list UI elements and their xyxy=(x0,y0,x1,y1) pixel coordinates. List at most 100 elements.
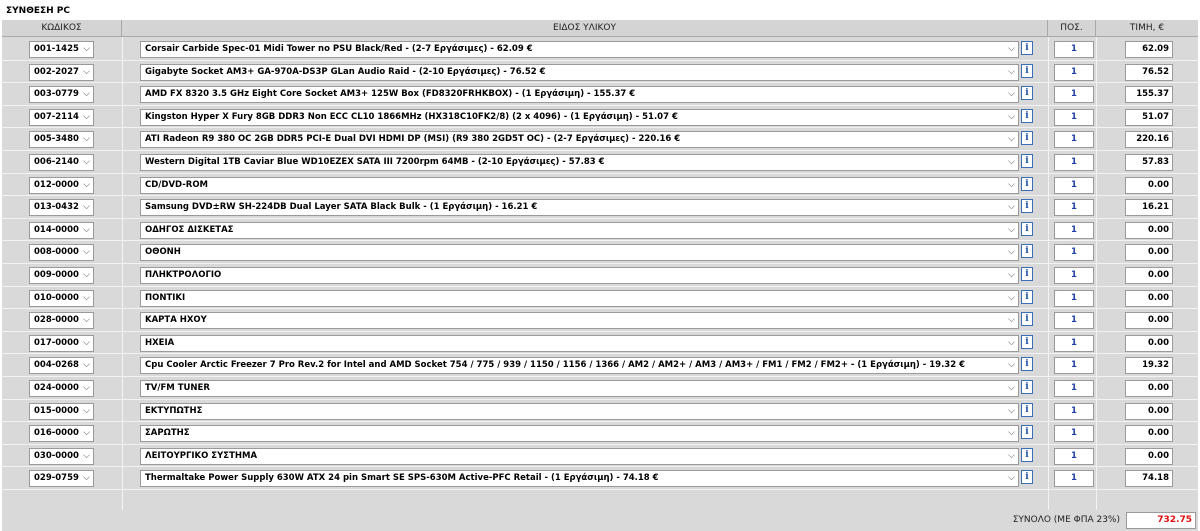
quantity-input[interactable]: 1 xyxy=(1054,131,1094,149)
quantity-input[interactable]: 1 xyxy=(1054,312,1094,330)
quantity-input[interactable]: 1 xyxy=(1054,41,1094,58)
code-value: 013-0432 xyxy=(34,202,79,213)
table-row: 003-0779 ⌵ AMD FX 8320 3.5 GHz Eight Core … xyxy=(2,83,1198,106)
code-select[interactable]: 013-0432 ⌵ xyxy=(29,199,94,217)
code-value: 024-0000 xyxy=(34,383,79,393)
info-icon[interactable]: i xyxy=(1021,154,1033,168)
code-select[interactable]: 024-0000 ⌵ xyxy=(29,380,94,397)
code-select[interactable]: 014-0000 ⌵ xyxy=(29,221,94,239)
quantity-input[interactable]: 1 xyxy=(1054,402,1094,420)
price-field: 19.32 xyxy=(1125,357,1173,375)
item-select[interactable]: AMD FX 8320 3.5 GHz Eight Core Socket AM… xyxy=(140,86,1019,104)
code-select[interactable]: 008-0000 ⌵ xyxy=(29,244,94,262)
code-value: 010-0000 xyxy=(34,292,79,303)
code-select[interactable]: 015-0000 ⌵ xyxy=(29,402,94,420)
info-icon[interactable]: i xyxy=(1021,402,1033,417)
item-select[interactable]: ΗΧΕΙΑ ⌵ xyxy=(140,334,1019,352)
quantity-input[interactable]: 1 xyxy=(1054,176,1094,194)
item-select[interactable]: CD/DVD-ROM ⌵ xyxy=(140,176,1019,194)
item-select[interactable]: Corsair Carbide Spec-01 Midi Tower no PS… xyxy=(140,41,1019,58)
info-icon[interactable]: i xyxy=(1021,289,1033,304)
code-select[interactable]: 010-0000 ⌵ xyxy=(29,289,94,307)
item-value: ΛΕΙΤΟΥΡΓΙΚΟ ΣΥΣΤΗΜΑ xyxy=(145,450,258,461)
quantity-input[interactable]: 1 xyxy=(1054,357,1094,375)
info-icon[interactable]: i xyxy=(1021,108,1033,123)
item-select[interactable]: TV/FM TUNER ⌵ xyxy=(140,380,1019,397)
info-icon[interactable]: i xyxy=(1021,131,1033,146)
quantity-input[interactable]: 1 xyxy=(1054,63,1094,81)
code-select[interactable]: 017-0000 ⌵ xyxy=(29,334,94,352)
chevron-down-icon: ⌵ xyxy=(83,270,90,280)
item-select[interactable]: ΣΑΡΩΤΗΣ ⌵ xyxy=(140,425,1019,443)
code-select[interactable]: 005-3480 ⌵ xyxy=(29,131,94,149)
quantity-input[interactable]: 1 xyxy=(1054,244,1094,262)
code-select[interactable]: 029-0759 ⌵ xyxy=(29,470,94,488)
price-field: 0.00 xyxy=(1125,267,1173,284)
total-label: ΣΥΝΟΛΟ (ΜΕ ΦΠΑ 23%) xyxy=(1012,515,1120,525)
item-select[interactable]: ΠΟΝΤΙΚΙ ⌵ xyxy=(140,289,1019,307)
code-select[interactable]: 004-0268 ⌵ xyxy=(29,357,94,375)
info-icon[interactable]: i xyxy=(1021,63,1033,78)
info-icon[interactable]: i xyxy=(1021,86,1033,101)
code-select[interactable]: 016-0000 ⌵ xyxy=(29,425,94,443)
info-icon[interactable]: i xyxy=(1021,267,1033,281)
item-select[interactable]: ΚΑΡΤΑ ΗΧΟΥ ⌵ xyxy=(140,312,1019,330)
item-value: ΠΟΝΤΙΚΙ xyxy=(145,292,186,303)
code-select[interactable]: 007-2114 ⌵ xyxy=(29,108,94,126)
code-select[interactable]: 012-0000 ⌵ xyxy=(29,176,94,194)
quantity-input[interactable]: 1 xyxy=(1054,470,1094,488)
quantity-input[interactable]: 1 xyxy=(1054,199,1094,217)
info-icon[interactable]: i xyxy=(1021,176,1033,191)
quantity-input[interactable]: 1 xyxy=(1054,108,1094,126)
info-icon[interactable]: i xyxy=(1021,470,1033,485)
item-select[interactable]: Thermaltake Power Supply 630W ATX 24 pin… xyxy=(140,470,1019,488)
item-select[interactable]: ATI Radeon R9 380 OC 2GB DDR5 PCI-E Dual… xyxy=(140,131,1019,149)
chevron-down-icon: ⌵ xyxy=(1008,111,1015,122)
price-field: 0.00 xyxy=(1125,380,1173,397)
code-select[interactable]: 030-0000 ⌵ xyxy=(29,447,94,465)
quantity-input[interactable]: 1 xyxy=(1054,380,1094,397)
code-select[interactable]: 002-2027 ⌵ xyxy=(29,63,94,81)
item-select[interactable]: Cpu Cooler Arctic Freezer 7 Pro Rev.2 fo… xyxy=(140,357,1019,375)
code-select[interactable]: 001-1425 ⌵ xyxy=(29,41,94,58)
quantity-input[interactable]: 1 xyxy=(1054,221,1094,239)
info-icon[interactable]: i xyxy=(1021,41,1033,55)
info-icon[interactable]: i xyxy=(1021,312,1033,327)
chevron-down-icon: ⌵ xyxy=(83,89,90,100)
quantity-input[interactable]: 1 xyxy=(1054,447,1094,465)
item-select[interactable]: ΛΕΙΤΟΥΡΓΙΚΟ ΣΥΣΤΗΜΑ ⌵ xyxy=(140,447,1019,465)
item-select[interactable]: Samsung DVD±RW SH-224DB Dual Layer SATA … xyxy=(140,199,1019,217)
item-select[interactable]: ΕΚΤΥΠΩΤΗΣ ⌵ xyxy=(140,402,1019,420)
code-select[interactable]: 028-0000 ⌵ xyxy=(29,312,94,330)
item-select[interactable]: Western Digital 1TB Caviar Blue WD10EZEX… xyxy=(140,154,1019,171)
chevron-down-icon: ⌵ xyxy=(1008,405,1015,416)
quantity-input[interactable]: 1 xyxy=(1054,334,1094,352)
code-select[interactable]: 003-0779 ⌵ xyxy=(29,86,94,104)
item-select[interactable]: ΟΘΟΝΗ ⌵ xyxy=(140,244,1019,262)
info-icon[interactable]: i xyxy=(1021,221,1033,236)
info-icon[interactable]: i xyxy=(1021,199,1033,214)
table-row: 004-0268 ⌵ Cpu Cooler Arctic Freezer 7 Pro… xyxy=(2,354,1198,377)
quantity-input[interactable]: 1 xyxy=(1054,289,1094,307)
code-select[interactable]: 009-0000 ⌵ xyxy=(29,267,94,284)
table-row: 024-0000 ⌵ TV/FM TUNER ⌵ i 1 0.00 xyxy=(2,377,1198,400)
quantity-input[interactable]: 1 xyxy=(1054,86,1094,104)
code-value: 012-0000 xyxy=(34,179,79,190)
chevron-down-icon: ⌵ xyxy=(83,111,90,122)
item-select[interactable]: Gigabyte Socket AM3+ GA-970A-DS3P GLan A… xyxy=(140,63,1019,81)
info-icon[interactable]: i xyxy=(1021,357,1033,372)
info-icon[interactable]: i xyxy=(1021,380,1033,394)
item-select[interactable]: ΠΛΗΚΤΡΟΛΟΓΙΟ ⌵ xyxy=(140,267,1019,284)
quantity-input[interactable]: 1 xyxy=(1054,154,1094,171)
code-value: 001-1425 xyxy=(34,44,79,54)
item-select[interactable]: Kingston Hyper X Fury 8GB DDR3 Non ECC C… xyxy=(140,108,1019,126)
info-icon[interactable]: i xyxy=(1021,244,1033,259)
code-value: 006-2140 xyxy=(34,157,79,167)
quantity-input[interactable]: 1 xyxy=(1054,267,1094,284)
quantity-input[interactable]: 1 xyxy=(1054,425,1094,443)
info-icon[interactable]: i xyxy=(1021,425,1033,440)
item-select[interactable]: ΟΔΗΓΟΣ ΔΙΣΚΕΤΑΣ ⌵ xyxy=(140,221,1019,239)
info-icon[interactable]: i xyxy=(1021,334,1033,349)
info-icon[interactable]: i xyxy=(1021,447,1033,462)
code-select[interactable]: 006-2140 ⌵ xyxy=(29,154,94,171)
